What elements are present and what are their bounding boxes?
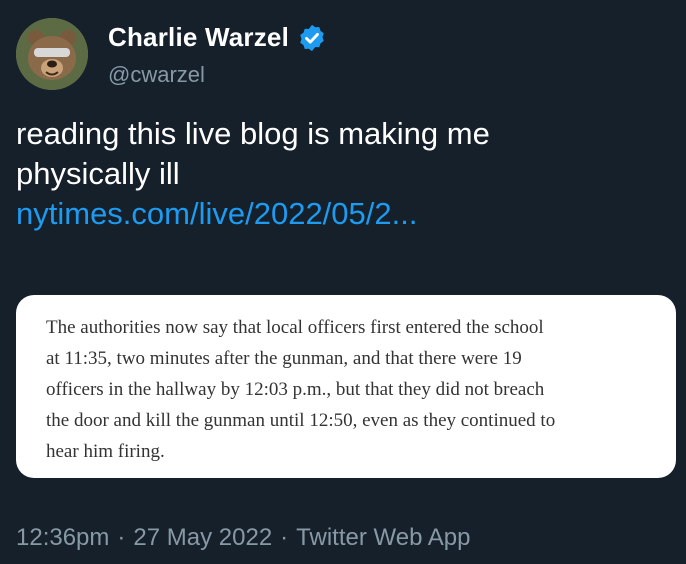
quote-text-line: the door and kill the gunman until 12:50… <box>46 410 556 431</box>
quote-text-line: at 11:35, two minutes after the gunman, … <box>46 348 522 369</box>
tweet-text: reading this live blog is making me phys… <box>16 114 666 234</box>
meta-separator: · <box>117 524 126 551</box>
bear-avatar-icon <box>16 18 88 90</box>
author-handle[interactable]: @cwarzel <box>108 62 205 88</box>
tweet-date[interactable]: 27 May 2022 <box>133 524 272 551</box>
author-display-name[interactable]: Charlie Warzel <box>108 22 289 53</box>
tweet-text-line: reading this live blog is making me <box>16 116 490 151</box>
tweet-source: Twitter Web App <box>296 524 471 551</box>
tweet-time[interactable]: 12:36pm <box>16 524 109 551</box>
quote-text-line: hear him firing. <box>46 441 165 462</box>
avatar[interactable] <box>16 18 88 90</box>
meta-separator: · <box>280 524 289 551</box>
quote-text-line: The authorities now say that local offic… <box>46 317 544 338</box>
quote-image-text: The authorities now say that local offic… <box>46 312 666 467</box>
tweet-meta: 12:36pm · 27 May 2022 · Twitter Web App <box>16 524 470 552</box>
quote-image-card[interactable]: The authorities now say that local offic… <box>16 295 676 478</box>
tweet-text-line: physically ill <box>16 156 180 191</box>
tweet-link[interactable]: nytimes.com/live/2022/05/2... <box>16 196 417 231</box>
author-name-row: Charlie Warzel <box>108 22 327 53</box>
verified-badge-icon <box>297 23 327 53</box>
quote-text-line: officers in the hallway by 12:03 p.m., b… <box>46 379 545 400</box>
